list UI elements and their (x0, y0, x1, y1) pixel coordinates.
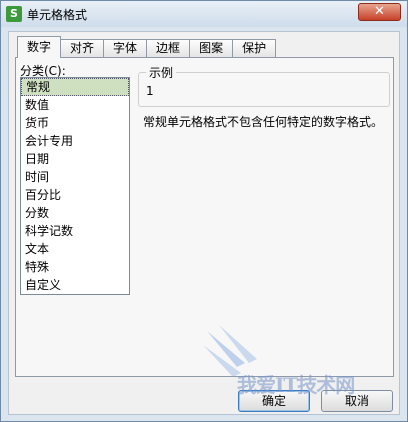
tab-1[interactable]: 对齐 (60, 39, 105, 58)
format-description: 常规单元格格式不包含任何特定的数字格式。 (143, 115, 384, 129)
sample-title: 示例 (146, 64, 177, 81)
category-item[interactable]: 数值 (21, 96, 129, 114)
category-item[interactable]: 科学记数 (21, 222, 129, 240)
tab-0[interactable]: 数字 (17, 36, 62, 58)
tab-4[interactable]: 图案 (189, 39, 234, 58)
watermark-text: 我爱IT技术网 (237, 373, 355, 397)
category-item[interactable]: 日期 (21, 150, 129, 168)
category-item[interactable]: 会计专用 (21, 132, 129, 150)
category-item[interactable]: 特殊 (21, 258, 129, 276)
category-item[interactable]: 常规 (21, 78, 129, 96)
category-item[interactable]: 时间 (21, 168, 129, 186)
category-item[interactable]: 文本 (21, 240, 129, 258)
category-item[interactable]: 货币 (21, 114, 129, 132)
format-cells-dialog: S 单元格格式 ✕ 数字 对齐 字体 边框 图案 保护 分类(C): 常规 数值 货币 会计专用… (0, 0, 408, 422)
category-item[interactable]: 自定义 (21, 276, 129, 294)
close-button[interactable]: ✕ (358, 3, 401, 21)
category-item[interactable]: 分数 (21, 204, 129, 222)
sample-value: 1 (146, 84, 154, 98)
tab-2[interactable]: 字体 (103, 39, 148, 58)
category-listbox[interactable]: 常规 数值 货币 会计专用 日期 时间 百分比 分数 科学记数 文本 特殊 自定义 (20, 77, 130, 295)
window-title: 单元格格式 (27, 8, 88, 22)
category-item[interactable]: 百分比 (21, 186, 129, 204)
tab-3[interactable]: 边框 (146, 39, 191, 58)
title-bar[interactable]: S 单元格格式 ✕ (1, 1, 407, 27)
tab-5[interactable]: 保护 (232, 39, 277, 58)
app-icon: S (6, 6, 22, 22)
tab-bar: 数字 对齐 字体 边框 图案 保护 (17, 36, 277, 58)
